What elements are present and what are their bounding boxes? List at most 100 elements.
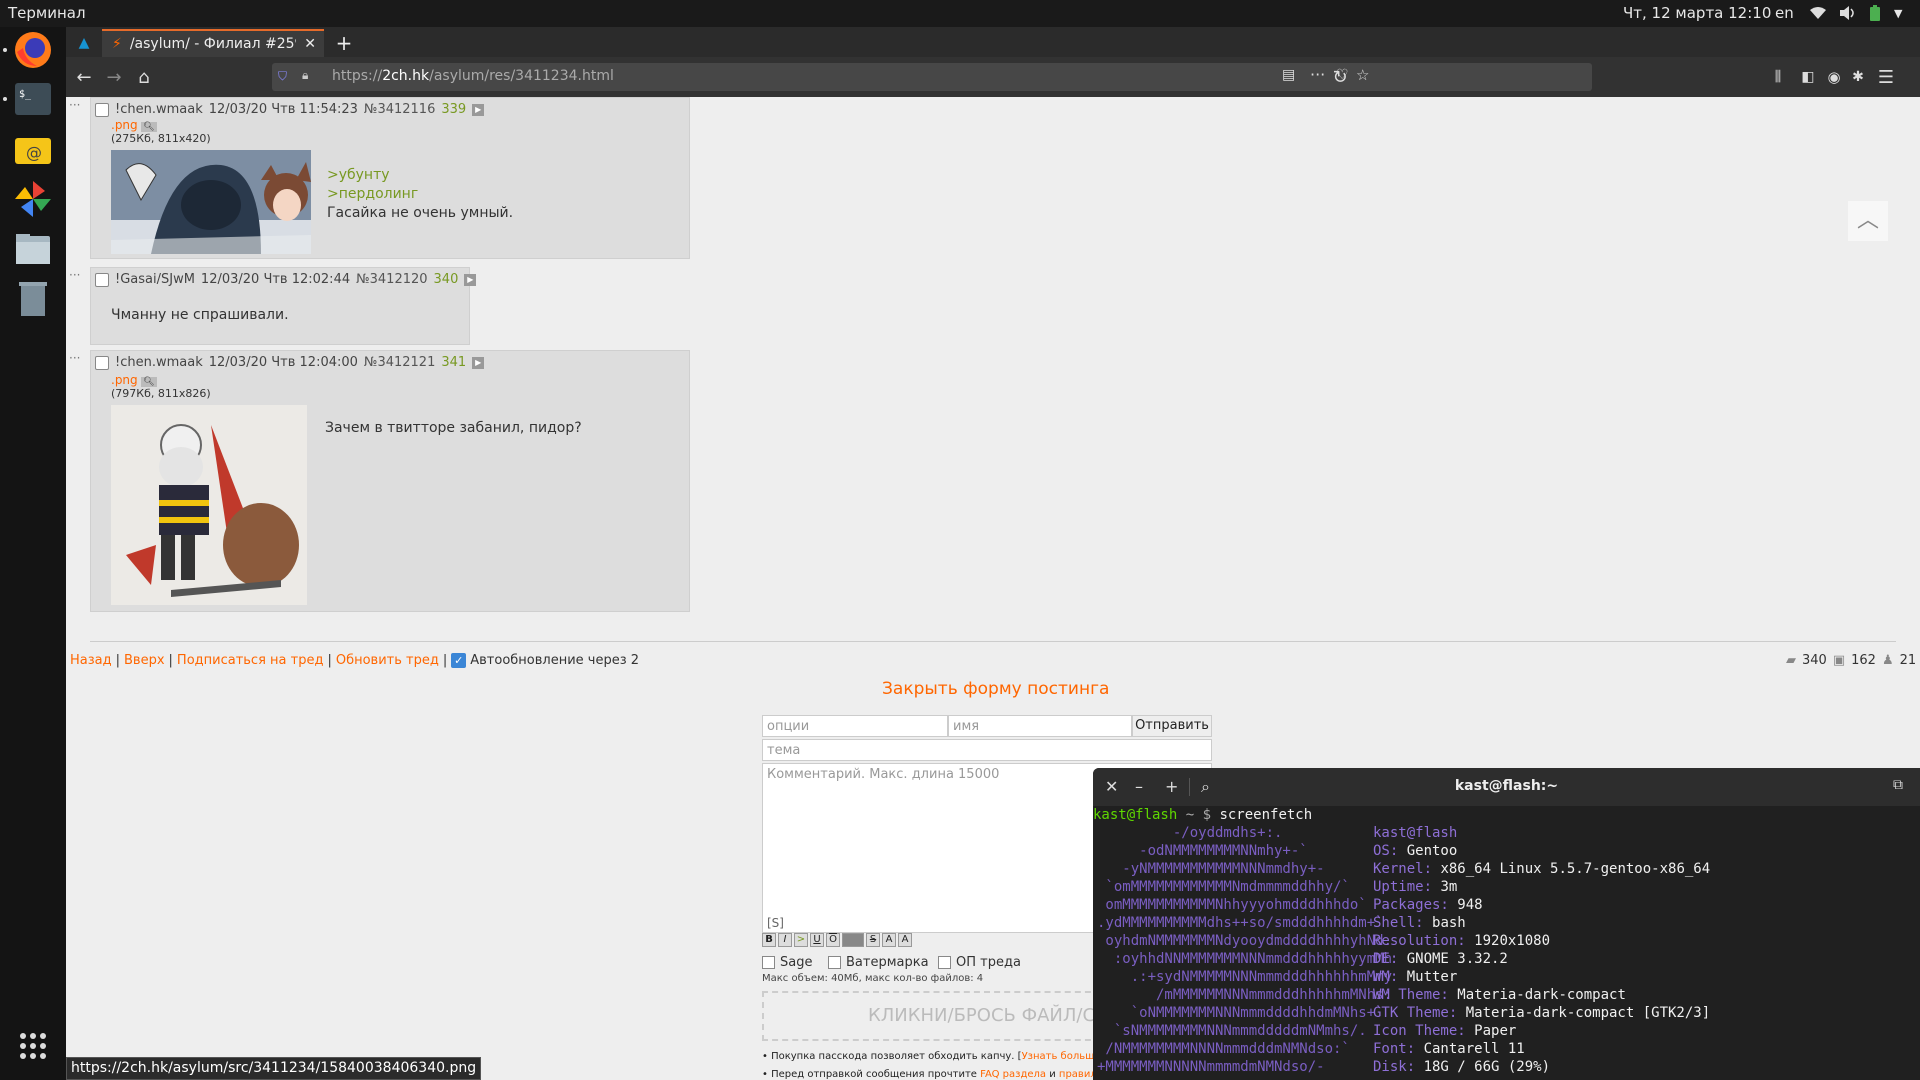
options-input[interactable]: опции <box>762 715 948 737</box>
lock-icon: 🔒︎ <box>302 68 309 82</box>
subject-input[interactable]: тема <box>762 739 1212 761</box>
post-author: !Gasai/SJwM <box>115 272 195 287</box>
trash-icon[interactable] <box>10 276 56 322</box>
post-checkbox[interactable] <box>95 272 109 287</box>
keyboard-layout[interactable]: en <box>1775 4 1794 22</box>
logo-line: -/oyddmdhs+:. <box>1097 825 1283 841</box>
clock[interactable]: Чт, 12 марта 12:10 <box>1623 4 1771 22</box>
close-icon[interactable]: ✕ <box>296 36 324 52</box>
autorefresh-checkbox[interactable]: ✓ <box>451 653 467 668</box>
op-option[interactable]: ОП треда <box>938 955 1021 970</box>
tab-active[interactable]: ⚡ /asylum/ - Филиал #259 ✕ <box>102 29 324 57</box>
url-bar[interactable]: ⛉ 🔒︎ https://2ch.hk/asylum/res/3411234.h… <box>272 63 1592 91</box>
new-tab-button[interactable]: + <box>332 29 356 57</box>
library-button[interactable]: ⫼ <box>1766 65 1790 89</box>
reload-button[interactable]: ↻ <box>1328 65 1352 89</box>
tab-bar: ▲ ⚡ /asylum/ - Филиал #259 ✕ + <box>66 27 1920 57</box>
apps-grid-icon[interactable] <box>10 1023 56 1069</box>
file-name[interactable]: .png <box>111 118 138 132</box>
send-button[interactable]: Отправить <box>1132 715 1212 737</box>
post-number[interactable]: №3412116 <box>364 102 435 117</box>
faq-link[interactable]: FAQ раздела <box>980 1069 1046 1080</box>
forward-button[interactable]: → <box>102 65 126 89</box>
close-form-link[interactable]: Закрыть форму постинга <box>882 679 1109 699</box>
play-icon[interactable]: ▶ <box>464 273 477 286</box>
home-button[interactable]: ⌂ <box>132 65 156 89</box>
post-number[interactable]: №3412120 <box>356 272 427 287</box>
arrow-left-icon: ← <box>76 66 92 88</box>
terminal-window: ✕ – + ⌕ kast@flash:~ ⧉ kast@flash ~ $ sc… <box>1093 768 1920 1080</box>
minimize-icon[interactable]: – <box>1135 777 1143 796</box>
mail-icon[interactable]: @ <box>10 126 56 172</box>
close-icon[interactable]: ✕ <box>1105 777 1118 796</box>
name-input[interactable]: имя <box>948 715 1132 737</box>
extension-button[interactable]: ✱ <box>1846 65 1870 89</box>
bold-button[interactable]: B <box>762 933 776 947</box>
italic-button[interactable]: I <box>778 933 792 947</box>
active-app-name[interactable]: Терминал <box>8 4 86 22</box>
files-icon[interactable] <box>10 226 56 272</box>
refresh-link[interactable]: Обновить тред <box>336 653 439 668</box>
search-icon[interactable]: ⌕ <box>1201 777 1210 797</box>
play-icon[interactable]: ▶ <box>472 103 485 116</box>
superscript-button[interactable]: A <box>882 933 896 947</box>
file-name[interactable]: .png <box>111 373 138 387</box>
post-thumbnail[interactable] <box>111 150 311 254</box>
watermark-option[interactable]: Ватермарка <box>828 955 929 970</box>
watermark-checkbox[interactable] <box>828 956 841 969</box>
post: ··· !Gasai/SJwM 12/03/20 Чтв 12:02:44 №3… <box>69 267 477 345</box>
info-line: WM Theme: Materia-dark-compact <box>1373 987 1626 1003</box>
system-tray[interactable]: ▼ <box>1810 5 1902 21</box>
scroll-up-button[interactable]: ︿ <box>1848 201 1888 241</box>
post-menu-icon[interactable]: ··· <box>69 268 80 282</box>
subscript-button[interactable]: A <box>898 933 912 947</box>
post-thumbnail[interactable] <box>111 405 307 605</box>
info-line: Kernel: x86_64 Linux 5.5.7-gentoo-x86_64 <box>1373 861 1711 877</box>
post-number[interactable]: №3412121 <box>364 355 435 370</box>
terminal-icon[interactable]: $_ <box>10 76 56 122</box>
running-indicator <box>3 48 7 52</box>
home-icon: ⌂ <box>138 66 150 88</box>
more-icon[interactable]: ··· <box>1310 65 1325 84</box>
subscribe-link[interactable]: Подписаться на тред <box>177 653 324 668</box>
info-line: kast@flash <box>1373 825 1458 841</box>
reader-view-icon[interactable]: ▤ <box>1282 67 1295 83</box>
sage-option[interactable]: Sage <box>762 955 812 970</box>
bookmark-star-icon[interactable]: ☆ <box>1356 66 1369 84</box>
spoiler-button[interactable] <box>842 933 864 947</box>
post-menu-icon[interactable]: ··· <box>69 98 80 112</box>
up-link[interactable]: Вверх <box>124 653 165 668</box>
play-icon[interactable]: ▶ <box>472 356 485 369</box>
url-text: https://2ch.hk/asylum/res/3411234.html <box>332 68 614 84</box>
quote-button[interactable]: > <box>794 933 808 947</box>
running-indicator <box>3 97 7 101</box>
post-header: !chen.wmaak 12/03/20 Чтв 11:54:23 №34121… <box>95 102 485 117</box>
back-link[interactable]: Назад <box>70 653 112 668</box>
post-author: !chen.wmaak <box>115 355 203 370</box>
users-icon: ♟ <box>1881 653 1894 668</box>
post-count: 341 <box>441 355 467 370</box>
search-icon[interactable]: 🔍︎ <box>141 122 157 132</box>
new-tab-icon[interactable]: ⧉ <box>1893 777 1903 793</box>
post-checkbox[interactable] <box>95 355 109 370</box>
sidebar-button[interactable]: ◧ <box>1796 65 1820 89</box>
post-menu-icon[interactable]: ··· <box>69 351 80 365</box>
sage-checkbox[interactable] <box>762 956 775 969</box>
account-button[interactable]: ◉ <box>1822 65 1846 89</box>
learn-more-link[interactable]: Узнать больше <box>1022 1051 1101 1062</box>
pinned-tab[interactable]: ▲ <box>70 29 98 57</box>
search-icon[interactable]: 🔍︎ <box>141 377 157 387</box>
strike-button[interactable]: S <box>866 933 880 947</box>
arch-logo-icon: ▲ <box>78 35 90 51</box>
photos-icon[interactable] <box>10 176 56 222</box>
maximize-icon[interactable]: + <box>1165 777 1178 796</box>
overline-button[interactable]: O <box>826 933 840 947</box>
op-checkbox[interactable] <box>938 956 951 969</box>
firefox-icon[interactable] <box>10 27 56 73</box>
post-checkbox[interactable] <box>95 102 109 117</box>
menu-button[interactable]: ☰ <box>1874 65 1898 89</box>
post-date: 12/03/20 Чтв 12:02:44 <box>200 272 351 287</box>
underline-button[interactable]: U <box>810 933 824 947</box>
back-button[interactable]: ← <box>72 65 96 89</box>
max-file-info: Макс объем: 40Мб, макс кол-во файлов: 4 <box>762 973 984 984</box>
